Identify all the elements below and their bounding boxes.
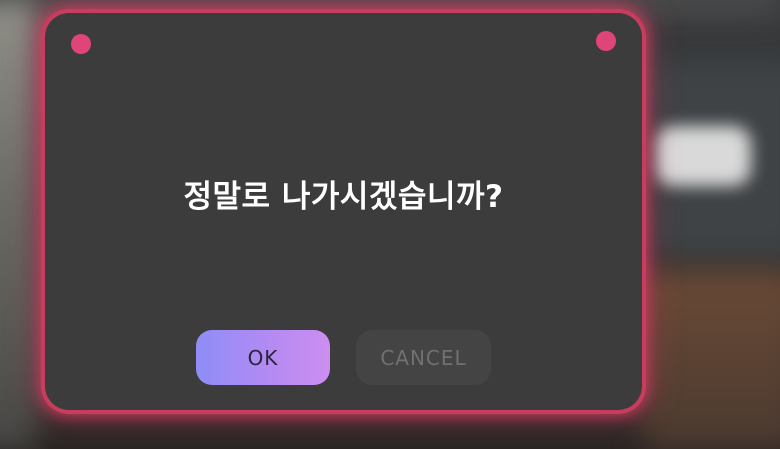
cancel-button-label: CANCEL xyxy=(380,345,467,370)
corner-dot-right xyxy=(596,31,616,51)
dialog-message: 정말로 나가시겠습니까? xyxy=(183,179,504,215)
exit-confirm-dialog: 정말로 나가시겠습니까? OK CANCEL xyxy=(45,13,642,410)
background-shape xyxy=(640,270,780,449)
ok-button[interactable]: OK xyxy=(196,330,330,385)
background-shape xyxy=(0,0,40,449)
corner-dot-left xyxy=(71,34,91,54)
background-shape xyxy=(655,126,751,186)
background-shape xyxy=(0,0,780,14)
cancel-button[interactable]: CANCEL xyxy=(356,330,491,385)
ok-button-label: OK xyxy=(247,345,279,370)
